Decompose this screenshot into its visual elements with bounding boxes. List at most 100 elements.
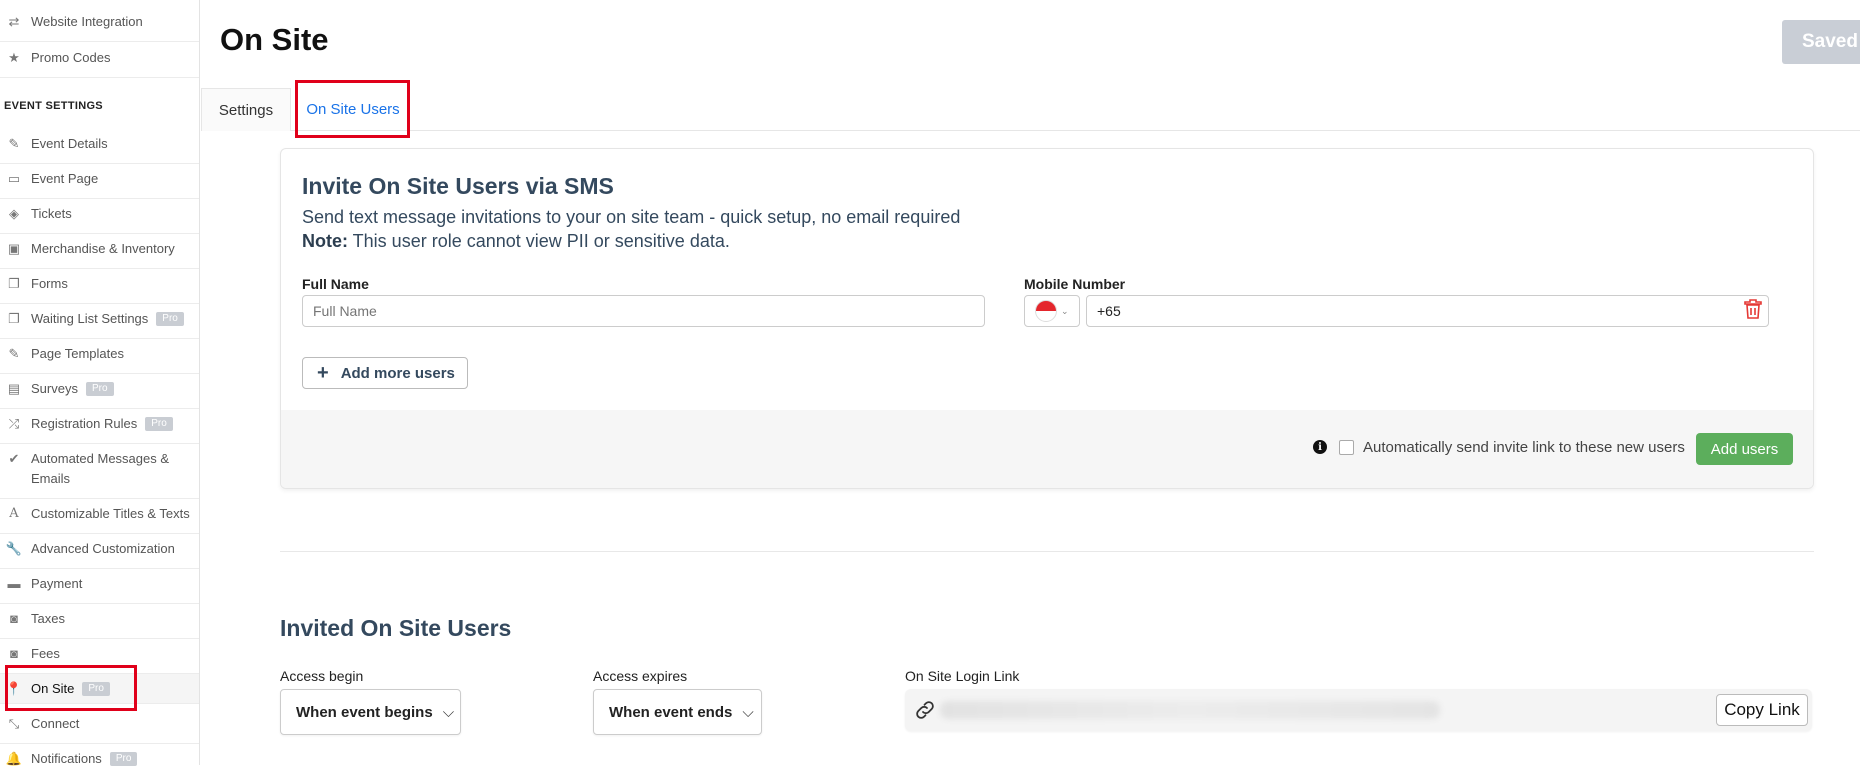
- sidebar-item-label: Merchandise & Inventory: [31, 241, 175, 256]
- money-icon: ◙: [10, 646, 18, 661]
- sidebar-section-header: EVENT SETTINGS: [4, 100, 103, 112]
- chevron-down-icon: ⌄: [1061, 305, 1069, 316]
- add-more-users-button[interactable]: + Add more users: [302, 357, 468, 389]
- sidebar-item-label: Event Page: [31, 171, 99, 186]
- mobile-number-label: Mobile Number: [1024, 276, 1126, 292]
- invite-footer: i Automatically send invite link to thes…: [281, 410, 1813, 488]
- pro-badge: Pro: [85, 382, 114, 396]
- info-icon[interactable]: i: [1313, 440, 1327, 454]
- sidebar-item-label: Payment: [31, 576, 83, 591]
- note-text: This user role cannot view PII or sensit…: [348, 231, 730, 251]
- sidebar-item-website-integration[interactable]: ⇄ Website Integration: [0, 12, 199, 42]
- edit-icon: ✎: [8, 346, 20, 361]
- bell-icon: 🔔: [5, 751, 23, 766]
- tab-bar: Settings On Site Users: [201, 88, 1860, 131]
- access-begin-label: Access begin: [280, 668, 364, 684]
- check-circle-icon: ✔: [8, 451, 20, 466]
- access-expires-select[interactable]: When event ends ⌵: [593, 689, 762, 735]
- sidebar-item-registration-rules[interactable]: ⤮ Registration Rules Pro: [0, 414, 199, 444]
- edit-icon: ✎: [8, 136, 20, 151]
- login-link-label: On Site Login Link: [905, 668, 1020, 684]
- sidebar-item-page-templates[interactable]: ✎ Page Templates: [0, 344, 199, 374]
- singapore-flag-icon: [1035, 300, 1057, 322]
- sidebar-item-label: Automated Messages & Emails: [31, 451, 170, 486]
- compress-icon: ⤡: [8, 716, 20, 731]
- full-name-label: Full Name: [302, 276, 369, 292]
- mobile-number-input[interactable]: +65: [1086, 295, 1769, 327]
- sidebar-item-label: Registration Rules: [31, 416, 138, 431]
- chevron-down-icon: ⌵: [442, 703, 455, 721]
- link-icon: [913, 698, 937, 727]
- sidebar-item-label: Forms: [31, 276, 68, 291]
- arrows-swap-icon: ⇄: [8, 14, 20, 29]
- access-expires-label: Access expires: [593, 668, 688, 684]
- highlight-box: [295, 80, 410, 138]
- sidebar-item-label: Promo Codes: [31, 50, 111, 65]
- note-label: Note:: [302, 231, 348, 251]
- money-icon: ◙: [10, 611, 18, 626]
- sidebar: ⇄ Website Integration ★ Promo Codes EVEN…: [0, 0, 200, 766]
- copy-icon: ❐: [8, 311, 20, 326]
- tab-settings[interactable]: Settings: [201, 88, 291, 131]
- credit-card-icon: ▬: [7, 576, 21, 591]
- monitor-icon: ▭: [7, 171, 21, 186]
- saved-button[interactable]: Saved: [1782, 20, 1860, 64]
- sidebar-item-customizable-titles[interactable]: A Customizable Titles & Texts: [0, 504, 199, 534]
- sidebar-item-waiting-list-settings[interactable]: ❐ Waiting List Settings Pro: [0, 309, 199, 339]
- file-icon: ▤: [7, 381, 21, 396]
- sidebar-item-label: Website Integration: [31, 14, 143, 29]
- sidebar-item-automated-messages[interactable]: ✔ Automated Messages & Emails: [0, 449, 199, 499]
- sidebar-item-label: Notifications: [31, 751, 102, 766]
- plus-icon: +: [317, 361, 329, 384]
- sidebar-item-payment[interactable]: ▬ Payment: [0, 574, 199, 604]
- briefcase-icon: ▣: [7, 241, 21, 256]
- sidebar-item-promo-codes[interactable]: ★ Promo Codes: [0, 48, 199, 78]
- invite-note: Note: This user role cannot view PII or …: [302, 231, 730, 252]
- sidebar-item-label: Tickets: [31, 206, 72, 221]
- trash-icon[interactable]: [1744, 299, 1762, 324]
- country-code-select[interactable]: ⌄: [1024, 295, 1080, 327]
- pro-badge: Pro: [156, 312, 184, 326]
- sidebar-item-label: Taxes: [31, 611, 65, 626]
- sidebar-item-event-page[interactable]: ▭ Event Page: [0, 169, 199, 199]
- invite-subtitle: Send text message invitations to your on…: [302, 207, 961, 227]
- full-name-input[interactable]: [302, 295, 985, 327]
- sidebar-item-label: Surveys: [31, 381, 78, 396]
- auto-send-label: Automatically send invite link to these …: [1363, 439, 1685, 456]
- access-expires-value: When event ends: [609, 703, 733, 721]
- sidebar-item-label: Advanced Customization: [31, 541, 175, 556]
- sidebar-item-advanced-customization[interactable]: 🔧 Advanced Customization: [0, 539, 199, 569]
- sidebar-item-merchandise-inventory[interactable]: ▣ Merchandise & Inventory: [0, 239, 199, 269]
- star-icon: ★: [8, 50, 20, 65]
- font-icon: A: [9, 506, 19, 521]
- wrench-icon: 🔧: [5, 541, 23, 556]
- sidebar-item-taxes[interactable]: ◙ Taxes: [0, 609, 199, 639]
- page-title: On Site: [220, 22, 329, 57]
- auto-send-checkbox[interactable]: [1339, 440, 1354, 455]
- invite-card: Invite On Site Users via SMS Send text m…: [280, 148, 1814, 489]
- access-begin-select[interactable]: When event begins ⌵: [280, 689, 461, 735]
- invite-title: Invite On Site Users via SMS: [302, 173, 614, 199]
- sidebar-item-connect[interactable]: ⤡ Connect: [0, 714, 199, 744]
- sidebar-item-label: Page Templates: [31, 346, 124, 361]
- sidebar-item-label: Waiting List Settings: [31, 311, 149, 326]
- pro-badge: Pro: [109, 752, 138, 766]
- sidebar-item-event-details[interactable]: ✎ Event Details: [0, 134, 199, 164]
- sidebar-item-label: Customizable Titles & Texts: [31, 506, 190, 521]
- add-users-button[interactable]: Add users: [1696, 433, 1793, 465]
- chevron-down-icon: ⌵: [742, 703, 754, 721]
- shuffle-icon: ⤮: [8, 416, 20, 431]
- ticket-icon: ◈: [9, 206, 19, 221]
- highlight-box: [5, 665, 137, 711]
- section-divider: [280, 551, 1814, 552]
- redacted-link: [940, 701, 1440, 719]
- sidebar-item-tickets[interactable]: ◈ Tickets: [0, 204, 199, 234]
- copy-link-button[interactable]: Copy Link: [1716, 694, 1808, 726]
- sidebar-item-label: Event Details: [31, 136, 108, 151]
- sidebar-item-surveys[interactable]: ▤ Surveys Pro: [0, 379, 199, 409]
- copy-icon: ❐: [8, 276, 20, 291]
- access-begin-value: When event begins: [296, 703, 433, 721]
- sidebar-item-forms[interactable]: ❐ Forms: [0, 274, 199, 304]
- sidebar-item-notifications[interactable]: 🔔 Notifications Pro: [0, 749, 199, 779]
- pro-badge: Pro: [145, 417, 173, 431]
